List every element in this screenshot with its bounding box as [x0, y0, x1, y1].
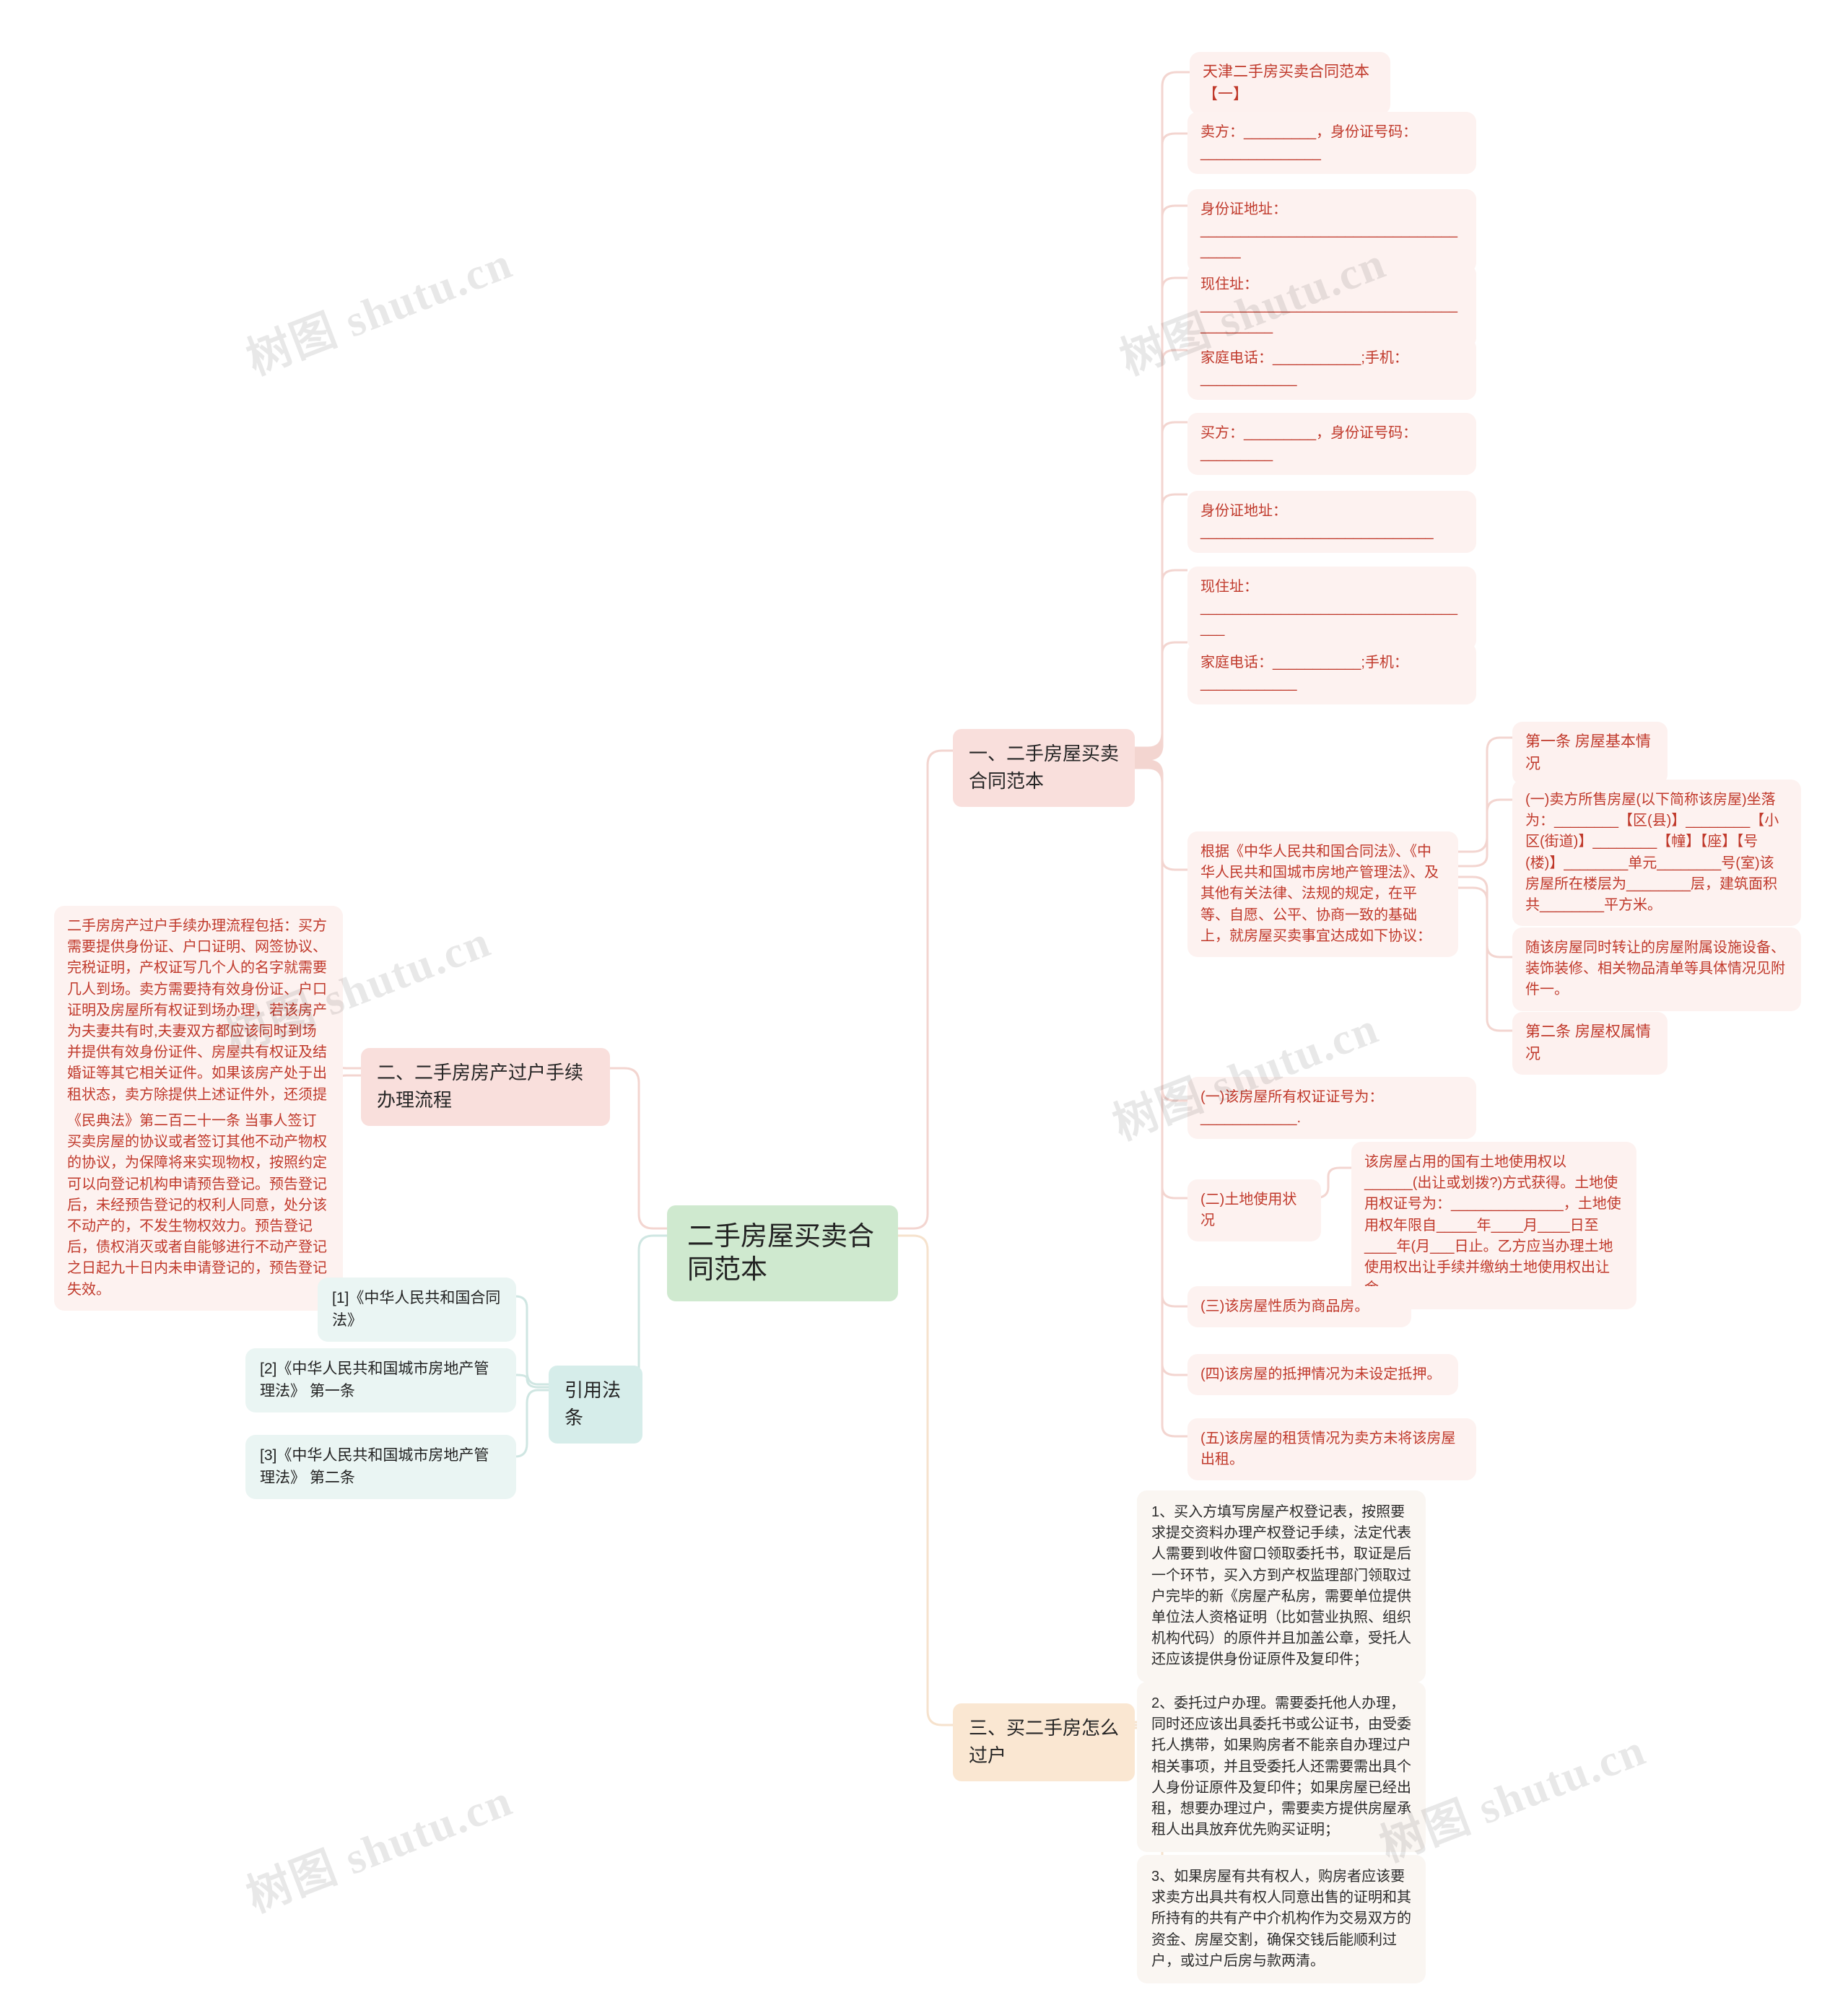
land-use-detail-node[interactable]: 该房屋占用的国有土地使用权以______(出让或划拨?)方式获得。土地使用权证号…: [1351, 1142, 1636, 1310]
citation-item[interactable]: [1]《中华人民共和国合同法》: [318, 1278, 516, 1342]
contract-party-line[interactable]: 现住址：___________________________________: [1187, 567, 1476, 650]
contract-party-line[interactable]: 身份证地址：_____________________________: [1187, 491, 1476, 554]
branch-node-transfer-flow[interactable]: 二、二手房房产过户手续办理流程: [361, 1048, 610, 1126]
article-two-item[interactable]: (一)该房屋所有权证证号为：____________.: [1187, 1077, 1476, 1140]
article-two-heading-node[interactable]: 第二条 房屋权属情况: [1512, 1012, 1668, 1075]
contract-title-node[interactable]: 天津二手房买卖合同范本【一】: [1190, 52, 1390, 115]
branch-node-contract-sample[interactable]: 一、二手房屋买卖合同范本: [953, 729, 1135, 807]
branch-node-how-to-transfer[interactable]: 三、买二手房怎么过户: [953, 1703, 1135, 1781]
article-one-item[interactable]: (一)卖方所售房屋(以下简称该房屋)坐落为：________【区(县)】____…: [1512, 780, 1801, 927]
citation-item[interactable]: [2]《中华人民共和国城市房地产管理法》 第一条: [245, 1348, 516, 1413]
article-one-item[interactable]: 随该房屋同时转让的房屋附属设施设备、装饰装修、相关物品清单等具体情况见附件一。: [1512, 927, 1801, 1011]
article-two-item[interactable]: (三)该房屋性质为商品房。: [1187, 1286, 1411, 1328]
transfer-step-item[interactable]: 3、如果房屋有共有权人，购房者应该要求卖方出具共有权人同意出售的证明和其所持有的…: [1137, 1855, 1426, 1983]
citation-item[interactable]: [3]《中华人民共和国城市房地产管理法》 第二条: [245, 1435, 516, 1500]
article-two-item[interactable]: (四)该房屋的抵押情况为未设定抵押。: [1187, 1354, 1458, 1396]
branch-node-citations[interactable]: 引用法条: [549, 1366, 642, 1444]
contract-party-line[interactable]: 买方：_________，身份证号码：_________: [1187, 413, 1476, 476]
transfer-step-item[interactable]: 2、委托过户办理。需要委托他人办理，同时还应该出具委托书或公证书，由受委托人携带…: [1137, 1682, 1426, 1853]
transfer-flow-law-note-node[interactable]: 《民典法》第二百二十一条 当事人签订买卖房屋的协议或者签订其他不动产物权的协议，…: [54, 1101, 343, 1311]
root-node[interactable]: 二手房屋买卖合同范本: [667, 1205, 898, 1301]
transfer-step-item[interactable]: 1、买入方填写房屋产权登记表，按照要求提交资料办理产权登记手续，法定代表人需要到…: [1137, 1490, 1426, 1682]
article-one-heading-node[interactable]: 第一条 房屋基本情况: [1512, 722, 1668, 785]
article-two-land-use-node[interactable]: (二)土地使用状况: [1187, 1179, 1321, 1242]
contract-preamble-node[interactable]: 根据《中华人民共和国合同法》、《中华人民共和国城市房地产管理法》、及其他有关法律…: [1187, 831, 1458, 957]
contract-party-line[interactable]: 现住址：____________________________________…: [1187, 264, 1476, 348]
contract-party-line[interactable]: 身份证地址：__________________________________…: [1187, 189, 1476, 273]
contract-party-line[interactable]: 家庭电话：___________;手机：____________: [1187, 642, 1476, 705]
contract-party-line[interactable]: 卖方：_________，身份证号码：_______________: [1187, 112, 1476, 175]
contract-party-line[interactable]: 家庭电话：___________;手机：____________: [1187, 338, 1476, 401]
article-two-item[interactable]: (五)该房屋的租赁情况为卖方未将该房屋出租。: [1187, 1418, 1476, 1481]
